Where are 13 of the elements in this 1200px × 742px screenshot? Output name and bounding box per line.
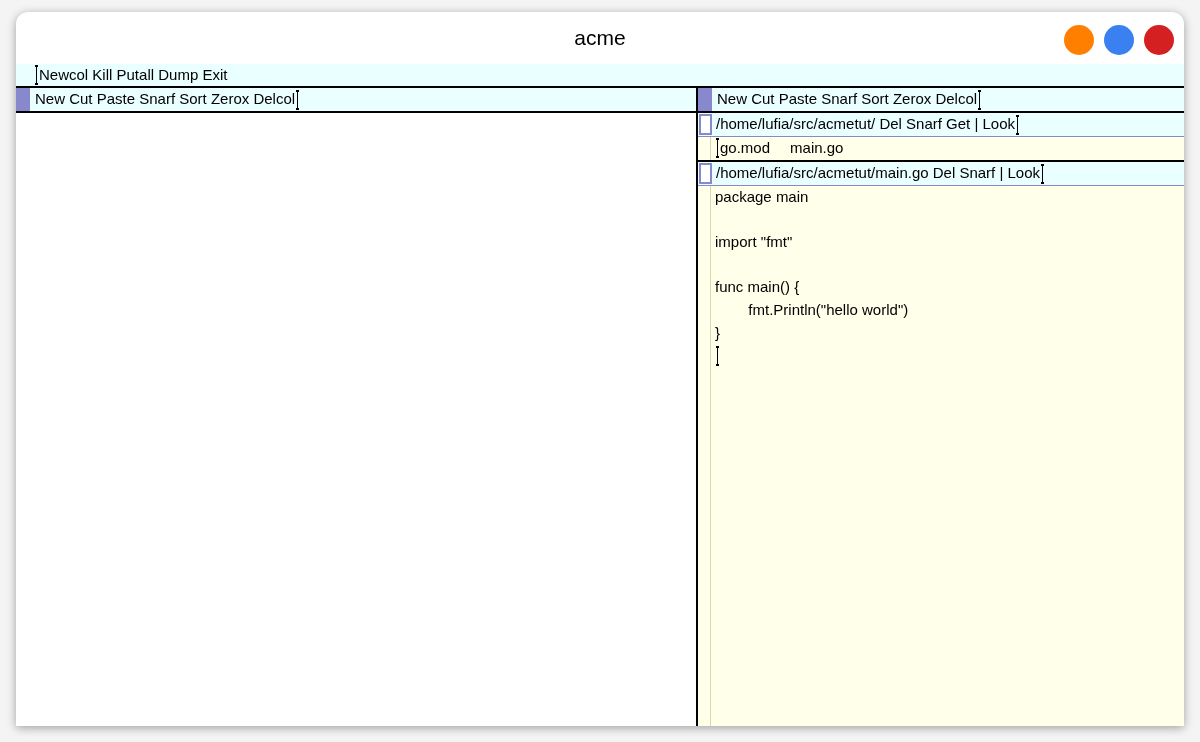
file-name[interactable]: go.mod <box>720 137 771 160</box>
file-name[interactable]: main.go <box>790 137 844 160</box>
window-handle[interactable] <box>699 114 712 135</box>
text-cursor-icon <box>715 346 720 367</box>
column-handle[interactable] <box>16 88 30 111</box>
code-text: package main import "fmt" func main() { fmt.Println("hello world") } <box>715 188 909 341</box>
window-handle[interactable] <box>699 163 712 184</box>
window-title: acme <box>574 25 626 52</box>
window-control-button[interactable] <box>1064 25 1094 55</box>
main-tag-text[interactable]: Newcol Kill Putall Dump Exit <box>39 63 228 87</box>
window-control-button[interactable] <box>1144 25 1174 55</box>
column-handle[interactable] <box>698 88 712 111</box>
window-control-button[interactable] <box>1104 25 1134 55</box>
